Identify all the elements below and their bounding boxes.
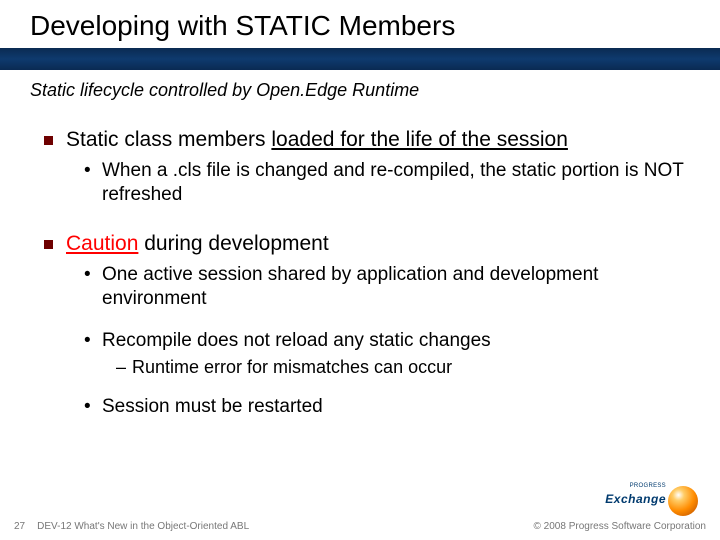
content-area: Static class members loaded for the life…: [0, 107, 720, 419]
bullet-text-underline: loaded for the life of the session: [271, 128, 568, 151]
page-number: 27: [14, 521, 25, 532]
footer: 27 DEV-12 What's New in the Object-Orien…: [0, 521, 720, 532]
sub-sub-bullet-runtime-error: Runtime error for mismatches can occur: [116, 356, 690, 379]
copyright: © 2008 Progress Software Corporation: [534, 521, 706, 532]
sub-bullet-shared-session: One active session shared by application…: [84, 263, 690, 311]
bullet-static-members: Static class members loaded for the life…: [44, 127, 690, 153]
caution-word: Caution: [66, 232, 138, 255]
exchange-logo: PROGRESS Exchange: [582, 486, 702, 520]
slide-title: Developing with STATIC Members: [30, 10, 720, 42]
logo-small-text: PROGRESS: [630, 483, 666, 489]
logo-ball-icon: [668, 486, 698, 516]
bullet-text: Static class members: [66, 128, 271, 151]
subtitle: Static lifecycle controlled by Open.Edge…: [0, 70, 720, 107]
sub-bullet-no-reload: Recompile does not reload any static cha…: [84, 329, 690, 353]
header-strip: [0, 48, 720, 70]
doc-name: DEV-12 What's New in the Object-Oriented…: [37, 521, 249, 532]
title-bar: Developing with STATIC Members: [0, 0, 720, 48]
bullet-text: during development: [138, 232, 328, 255]
sub-bullet-recompile-note: When a .cls file is changed and re-compi…: [84, 159, 690, 207]
sub-bullet-restart: Session must be restarted: [84, 395, 690, 419]
bullet-caution: Caution during development: [44, 231, 690, 257]
logo-text: Exchange: [605, 492, 666, 506]
